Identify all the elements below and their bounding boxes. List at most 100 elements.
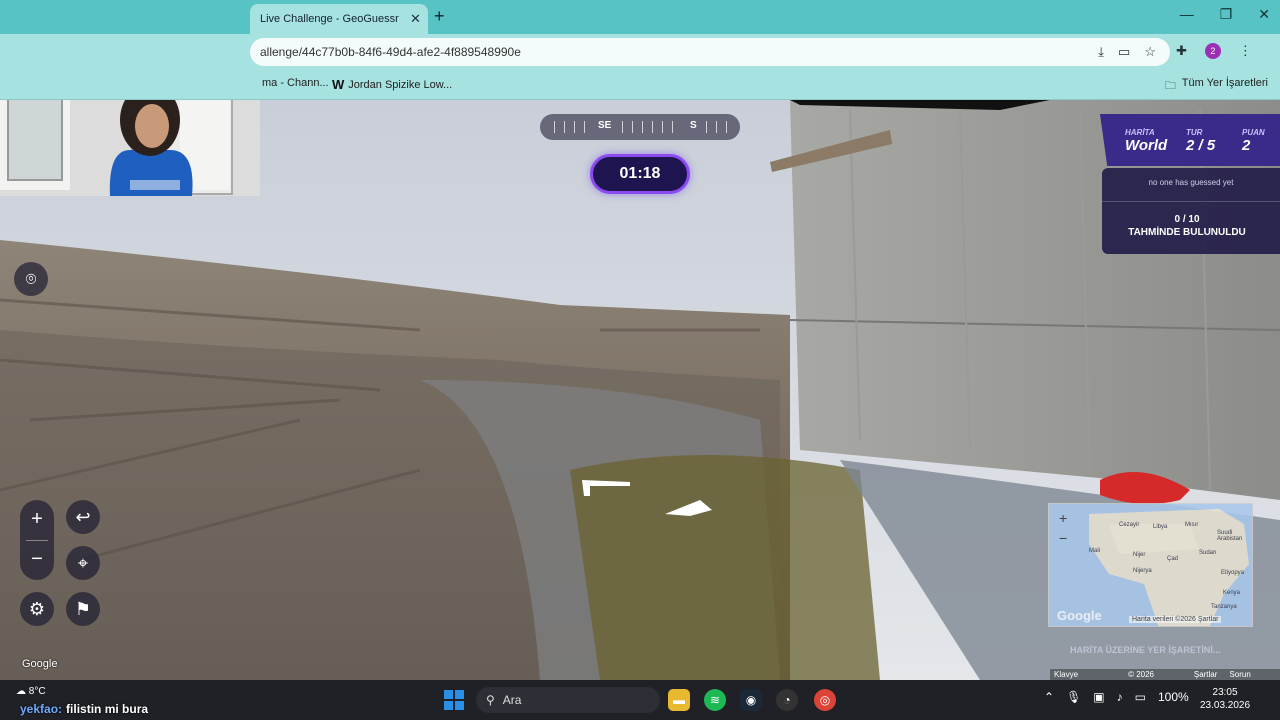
tab-title: Live Challenge - GeoGuessr bbox=[260, 13, 399, 25]
clock-time: 23:05 bbox=[1212, 687, 1238, 698]
stream-chat-message: yekfao: filistin mi bura bbox=[20, 702, 148, 716]
guess-message: no one has guessed yet bbox=[1148, 178, 1234, 187]
map-label: Etiyopya bbox=[1221, 570, 1245, 576]
minimap-credit: Harita verileri ©2026 Şartlar bbox=[1129, 616, 1222, 623]
profile-avatar[interactable]: 2 bbox=[1204, 43, 1221, 59]
game-status-panel: HARİTA World TUR 2 / 5 PUAN 2 bbox=[1100, 114, 1280, 166]
close-window-icon[interactable]: ✕ bbox=[1258, 6, 1270, 23]
score-stat: PUAN 2 bbox=[1242, 128, 1265, 154]
round-timer: 01:18 bbox=[590, 154, 690, 194]
minimize-icon[interactable]: — bbox=[1180, 6, 1194, 23]
file-explorer-icon[interactable]: ▬ bbox=[668, 689, 690, 711]
map-label: Kenya bbox=[1223, 590, 1241, 596]
bookmark-item[interactable]: W Jordan Spizike Low... bbox=[332, 77, 452, 92]
spotify-icon[interactable]: ≋ bbox=[704, 689, 726, 711]
map-label: Cezayir bbox=[1119, 522, 1140, 528]
taskbar-clock[interactable]: 23:05 23.03.2026 bbox=[1200, 686, 1250, 712]
settings-gear-icon[interactable]: ⚙ bbox=[20, 592, 54, 626]
guess-minimap[interactable]: + − Cezayir Libya Mısır Suudi Arabistan … bbox=[1048, 503, 1253, 627]
install-app-icon[interactable]: ⤓ bbox=[1098, 44, 1104, 60]
browser-tab-strip: Live Challenge - GeoGuessr ✕ + — ❐ ✕ bbox=[0, 0, 1280, 34]
map-label: Çad bbox=[1167, 556, 1179, 562]
folder-icon: 🗀 bbox=[1164, 80, 1176, 92]
address-bar[interactable]: allenge/44c77b0b-84f6-49d4-afe2-4f889548… bbox=[250, 38, 1170, 66]
new-tab-button[interactable]: + bbox=[434, 6, 445, 27]
cast-icon[interactable]: ▭ bbox=[1118, 44, 1130, 60]
volume-icon[interactable]: ♪ bbox=[1117, 690, 1123, 704]
steam-icon[interactable]: ◉ bbox=[740, 689, 762, 711]
undo-move-button[interactable]: ↩ bbox=[66, 500, 100, 534]
compass-direction-s: S bbox=[690, 120, 697, 131]
flag-checkpoint-button[interactable]: ⚑ bbox=[66, 592, 100, 626]
all-bookmarks-label: Tüm Yer İşaretleri bbox=[1181, 77, 1268, 89]
minimap-google-logo: Google bbox=[1057, 608, 1102, 623]
search-placeholder: Ara bbox=[502, 693, 522, 707]
map-label: Libya bbox=[1153, 524, 1168, 530]
zoom-controls: + − bbox=[20, 500, 54, 580]
round-value: 2 / 5 bbox=[1186, 137, 1216, 154]
close-tab-icon[interactable]: ✕ bbox=[410, 11, 421, 27]
compass-direction-se: SE bbox=[598, 120, 612, 131]
compass: SE S bbox=[540, 114, 740, 140]
map-label: Tanzanya bbox=[1211, 604, 1237, 610]
app-icon[interactable]: ◔ bbox=[776, 689, 798, 711]
chat-username: yekfao: bbox=[20, 702, 63, 716]
windows-taskbar: ☁ 8°C ⚲ Ara ▬ ≋ ◉ ◔ ◎ ⌃ 🎙 ▣ ♪ ▭ 100% 23:… bbox=[0, 680, 1280, 720]
clock-date: 23.03.2026 bbox=[1200, 700, 1251, 711]
search-icon: ⚲ bbox=[486, 693, 495, 707]
bookmark-star-icon[interactable]: ☆ bbox=[1144, 44, 1156, 60]
bookmark-label: ma - Chann... bbox=[262, 77, 329, 89]
chrome-icon[interactable]: ◎ bbox=[814, 689, 836, 711]
browser-toolbar: allenge/44c77b0b-84f6-49d4-afe2-4f889548… bbox=[0, 34, 1280, 70]
chevron-up-icon[interactable]: ⌃ bbox=[1044, 690, 1054, 704]
bookmarks-bar: ma - Chann... W Jordan Spizike Low... 🗀 … bbox=[0, 70, 1280, 100]
divider bbox=[1102, 201, 1280, 202]
map-label: Mali bbox=[1089, 548, 1101, 554]
map-label: HARİTA bbox=[1125, 128, 1155, 137]
map-stat: HARİTA World bbox=[1125, 128, 1167, 154]
score-value: 2 bbox=[1242, 137, 1251, 154]
battery-icon[interactable]: ▭ bbox=[1135, 690, 1146, 704]
zoom-out-button[interactable]: − bbox=[20, 542, 54, 576]
guess-count-label: TAHMİNDE BULUNULDU bbox=[1128, 227, 1246, 238]
system-tray: ⌃ 🎙 ▣ ♪ ▭ 100% bbox=[1044, 690, 1189, 704]
weather-icon: ☁ bbox=[16, 686, 26, 697]
return-to-start-button[interactable]: ⌖ bbox=[66, 546, 100, 580]
map-value: World bbox=[1125, 137, 1168, 154]
round-label: TUR bbox=[1186, 128, 1203, 137]
map-label: Nijer bbox=[1133, 552, 1146, 558]
score-label: PUAN bbox=[1242, 128, 1265, 137]
restore-icon[interactable]: ❐ bbox=[1220, 6, 1233, 23]
microphone-icon[interactable]: 🎙 bbox=[1066, 690, 1081, 704]
windows-start-icon[interactable] bbox=[444, 690, 464, 710]
network-icon[interactable]: ▣ bbox=[1093, 690, 1104, 704]
map-label: Suudi Arabistan bbox=[1217, 530, 1243, 542]
all-bookmarks-button[interactable]: 🗀 Tüm Yer İşaretleri bbox=[1165, 77, 1268, 96]
zoom-in-button[interactable]: + bbox=[20, 502, 54, 536]
round-stat: TUR 2 / 5 bbox=[1186, 128, 1215, 154]
map-label: Nijerya bbox=[1133, 568, 1152, 574]
menu-kebab-icon[interactable]: ⋮ bbox=[1239, 43, 1252, 59]
url-text: allenge/44c77b0b-84f6-49d4-afe2-4f889548… bbox=[260, 45, 521, 59]
guess-count: 0 / 10 bbox=[1174, 214, 1200, 225]
camera-chat-icon[interactable]: ⌾ bbox=[14, 262, 48, 296]
map-label: Sudan bbox=[1199, 550, 1217, 556]
minimap-zoom-out-button[interactable]: − bbox=[1059, 530, 1067, 546]
w-logo-icon: W bbox=[332, 77, 345, 92]
weather-widget[interactable]: ☁ 8°C bbox=[16, 686, 46, 697]
map-label: Mısır bbox=[1185, 522, 1199, 528]
chat-text: filistin mi bura bbox=[66, 702, 149, 716]
browser-tab-active[interactable]: Live Challenge - GeoGuessr ✕ bbox=[250, 4, 428, 34]
map-placement-hint: HARİTA ÜZERİNE YER İŞARETİNİ... bbox=[1070, 645, 1221, 655]
guess-status-panel: no one has guessed yet 0 / 10 TAHMİNDE B… bbox=[1102, 168, 1280, 254]
extensions-icon[interactable]: ✚ bbox=[1176, 43, 1187, 59]
battery-percent: 100% bbox=[1157, 690, 1189, 704]
taskbar-search[interactable]: ⚲ Ara bbox=[476, 687, 660, 713]
divider bbox=[26, 540, 48, 541]
bookmark-label: Jordan Spizike Low... bbox=[348, 78, 453, 91]
bookmark-item[interactable]: ma - Chann... bbox=[262, 77, 329, 89]
window-controls: — ❐ ✕ bbox=[1180, 6, 1270, 23]
minimap-zoom-in-button[interactable]: + bbox=[1059, 510, 1067, 526]
weather-temperature: 8°C bbox=[28, 686, 46, 697]
google-logo: Google bbox=[22, 658, 58, 670]
